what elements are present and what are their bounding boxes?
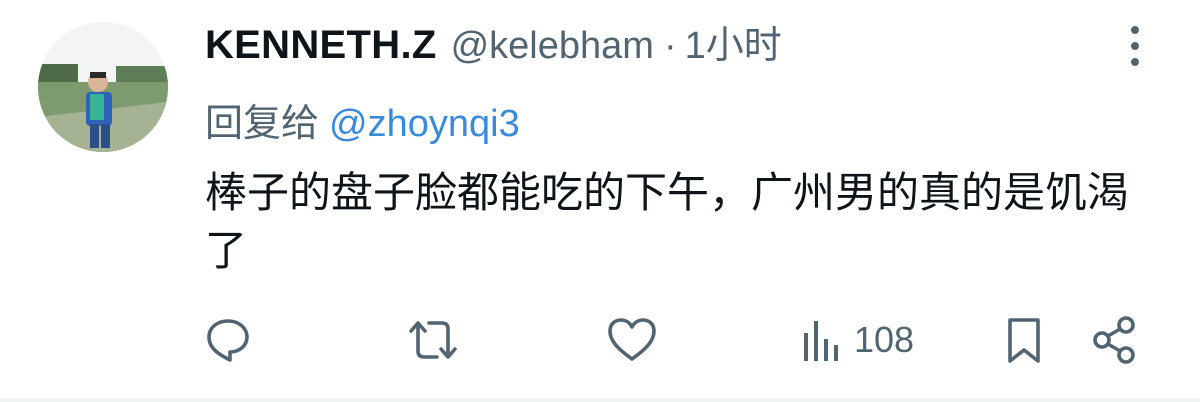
views-icon — [804, 321, 838, 361]
action-bar: 108 — [0, 312, 1200, 372]
display-name[interactable]: KENNETH.Z — [205, 23, 437, 68]
reply-icon — [207, 319, 249, 362]
reply-button[interactable] — [203, 312, 253, 368]
bookmark-icon — [1008, 318, 1040, 363]
timestamp[interactable]: 1小时 — [685, 14, 782, 69]
separator-dot: · — [663, 25, 677, 67]
avatar-photo — [38, 22, 168, 152]
like-button[interactable] — [606, 312, 658, 368]
divider — [0, 398, 1200, 402]
tweet-content: KENNETH.Z @kelebham · 1小时 回复给 @zhoynqi3 棒… — [205, 14, 1129, 280]
avatar[interactable] — [38, 22, 168, 152]
views-button[interactable]: 108 — [800, 312, 914, 368]
share-icon — [1093, 316, 1135, 364]
tweet[interactable]: KENNETH.Z @kelebham · 1小时 回复给 @zhoynqi3 棒… — [0, 0, 1200, 402]
bookmark-button[interactable] — [1004, 312, 1044, 368]
tweet-text: 棒子的盘子脸都能吃的下午，广州男的真的是饥渴了 — [205, 169, 1130, 274]
share-button[interactable] — [1090, 312, 1140, 368]
reply-context: 回复给 @zhoynqi3 — [205, 92, 1125, 145]
heart-icon — [608, 318, 656, 361]
retweet-button[interactable] — [405, 312, 461, 368]
more-options-button[interactable] — [1120, 22, 1150, 72]
retweet-icon — [409, 321, 457, 359]
reply-mention-link[interactable]: @zhoynqi3 — [329, 103, 520, 145]
more-vertical-icon — [1131, 26, 1139, 66]
views-count: 108 — [854, 319, 915, 360]
reply-prefix: 回复给 — [205, 103, 320, 145]
user-handle[interactable]: @kelebham — [451, 25, 654, 68]
tweet-header: KENNETH.Z @kelebham · 1小时 — [205, 14, 1125, 74]
